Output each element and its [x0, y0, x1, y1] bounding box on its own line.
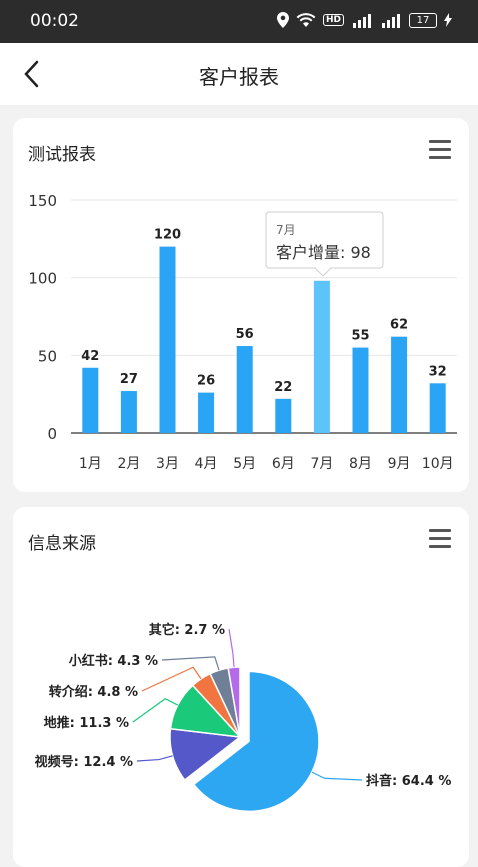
bar[interactable]: [198, 392, 215, 433]
page-title: 客户报表: [199, 65, 279, 89]
pie-slice-label: 抖音: 64.4 %: [366, 773, 451, 789]
bar[interactable]: [82, 367, 99, 433]
bar[interactable]: [159, 246, 176, 433]
bar[interactable]: [352, 347, 369, 433]
bar-value-label: 32: [429, 364, 447, 379]
bar[interactable]: [120, 391, 137, 433]
bar[interactable]: [429, 383, 446, 433]
tooltip-pointer: [314, 267, 332, 277]
bar-value-label: 26: [197, 374, 215, 389]
signal-icon-2: [382, 13, 400, 28]
x-tick-label: 7月: [310, 456, 333, 472]
bar-value-label: 56: [236, 327, 254, 342]
status-bar: 00:02 HD 17: [0, 0, 478, 43]
bar-value-label: 120: [154, 228, 181, 243]
x-tick-label: 1月: [79, 456, 102, 472]
charging-icon: [444, 13, 452, 27]
x-tick-label: 4月: [195, 456, 218, 472]
battery-indicator: 17: [409, 12, 437, 28]
status-icons: HD 17: [276, 12, 452, 28]
bar[interactable]: [236, 346, 253, 433]
signal-icon: [353, 13, 371, 28]
bar-chart: 0 50 100 150 42 27 120 26 56 22 55 62 32 1月 2月 3月 4月 5月…: [28, 192, 457, 472]
x-tick-label: 6月: [272, 456, 295, 472]
x-tick-label: 8月: [349, 456, 372, 472]
pie-chart: 抖音: 64.4 % 视频号: 12.4 % 地推: 11.3 % 转介绍: 4.8 …: [35, 622, 451, 813]
pie-slice-label: 地推: 11.3 %: [44, 715, 129, 731]
y-tick-label: 100: [28, 270, 57, 288]
pie-slice-label: 其它: 2.7 %: [149, 622, 225, 638]
pie-slice-label: 视频号: 12.4 %: [35, 754, 133, 770]
bar-tooltip: 7月 客户增量: 98: [265, 211, 384, 277]
bar-chart-card: 测试报表 0 50 100 150 42 27 120 26 56 22 55 62 32 1月 2月 3…: [13, 118, 469, 492]
bar-value-label: 62: [390, 318, 408, 333]
bar[interactable]: [313, 280, 330, 433]
status-time: 00:02: [30, 11, 79, 31]
y-tick-label: 0: [47, 425, 57, 443]
tooltip-category: 7月: [276, 223, 296, 237]
bar-value-label: 55: [351, 329, 369, 344]
x-tick-label: 5月: [233, 456, 256, 472]
bar-value-label: 42: [81, 349, 99, 364]
bar-series: [82, 246, 446, 433]
bar[interactable]: [275, 398, 292, 433]
bar-value-label: 27: [120, 372, 138, 387]
pie-chart-card: 信息来源 抖音: 64.4 % 视频号: 12.4 % 地推: 11.3 % 转介绍:…: [13, 507, 469, 867]
pie-slice-label: 小红书: 4.3 %: [69, 653, 158, 669]
hd-badge: HD: [322, 14, 344, 26]
pie-leader-line: [228, 628, 235, 668]
pie-slice-label: 转介绍: 4.8 %: [49, 684, 138, 700]
bar[interactable]: [391, 336, 408, 433]
pie-leader-line: [311, 771, 363, 781]
tooltip-value: 客户增量: 98: [276, 243, 371, 262]
x-tick-label: 9月: [388, 456, 411, 472]
bar-value-label: 22: [274, 380, 292, 395]
bar-x-ticks: 1月 2月 3月 4月 5月 6月 7月 8月 9月 10月: [79, 456, 454, 472]
pie-leader-line: [136, 755, 173, 762]
app-bar: 客户报表: [0, 43, 478, 105]
x-tick-label: 3月: [156, 456, 179, 472]
x-tick-label: 2月: [117, 456, 140, 472]
x-tick-label: 10月: [422, 456, 454, 472]
pie-leader-line: [132, 698, 178, 723]
y-tick-label: 50: [38, 347, 57, 365]
location-icon: [276, 12, 289, 28]
wifi-icon: [296, 13, 316, 27]
y-tick-label: 150: [28, 192, 57, 210]
